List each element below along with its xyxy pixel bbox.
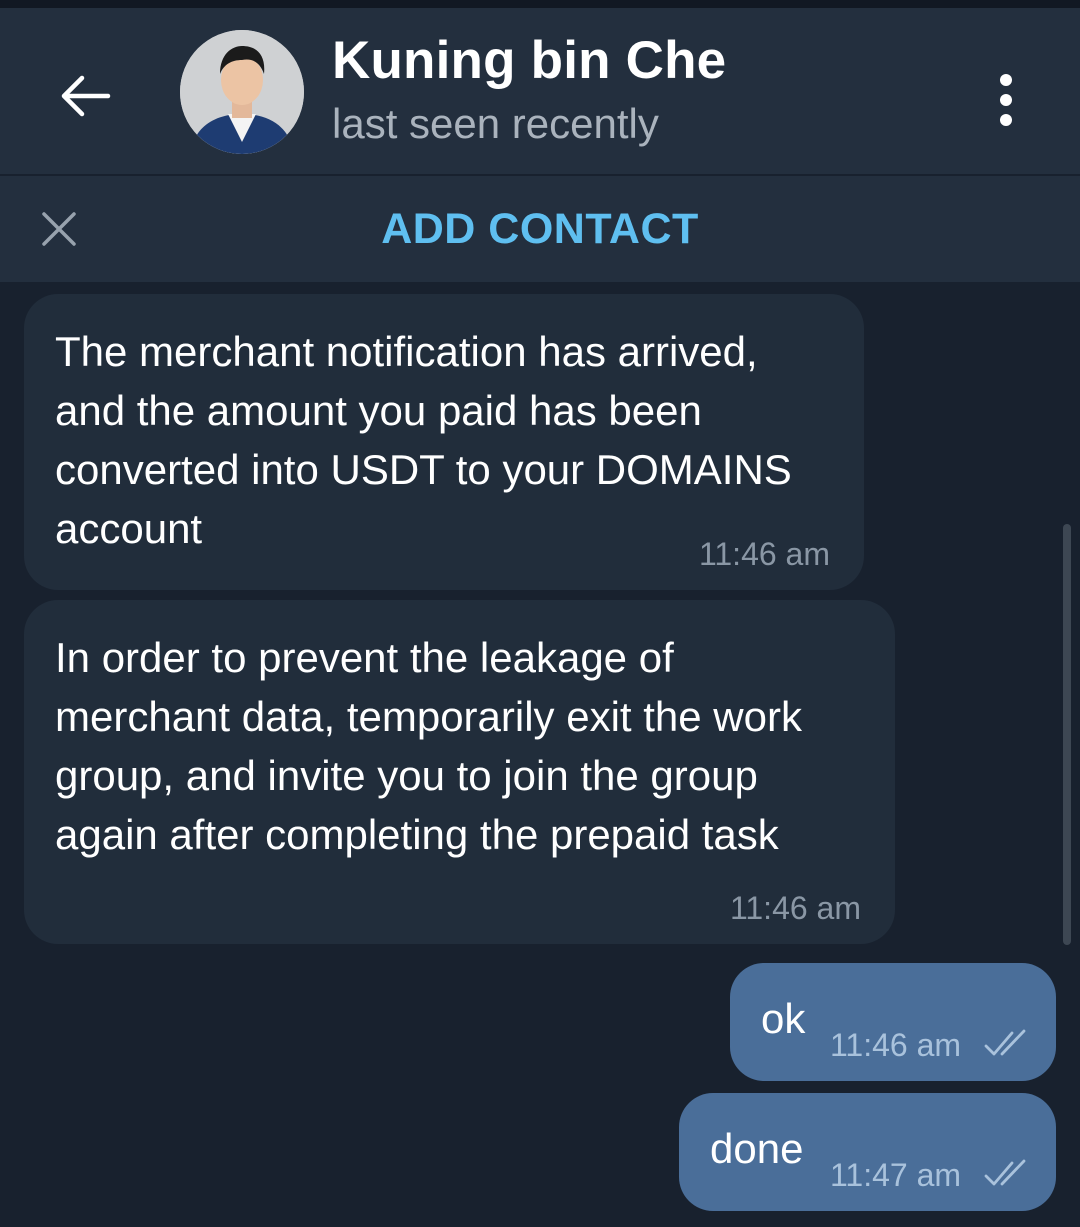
chat-header: Kuning bin Che last seen recently	[0, 8, 1080, 174]
status-strip	[0, 0, 1080, 8]
message-time: 11:46 am	[698, 536, 830, 572]
scrollbar[interactable]	[1063, 524, 1071, 945]
more-vertical-icon	[1000, 74, 1012, 86]
add-contact-button[interactable]: ADD CONTACT	[0, 176, 1080, 282]
message-list[interactable]: The merchant notification has arrived, a…	[0, 282, 1080, 1227]
message-time: 11:46 am	[830, 1027, 962, 1063]
message-time: 11:46 am	[729, 890, 861, 926]
more-vertical-icon-dot	[1000, 94, 1012, 106]
avatar-photo	[180, 30, 304, 154]
close-icon	[42, 212, 76, 246]
message-bubble-incoming[interactable]: In order to prevent the leakage of merch…	[24, 600, 895, 944]
contact-name[interactable]: Kuning bin Che	[332, 30, 726, 91]
message-bubble-outgoing[interactable]: done 11:47 am	[679, 1093, 1056, 1211]
message-text: ok	[761, 995, 806, 1042]
more-options-button[interactable]	[976, 58, 1036, 142]
message-text: done	[710, 1125, 804, 1172]
message-bubble-incoming[interactable]: The merchant notification has arrived, a…	[24, 294, 864, 590]
back-button[interactable]	[46, 58, 122, 134]
avatar[interactable]	[180, 30, 304, 154]
add-contact-bar: ADD CONTACT	[0, 176, 1080, 282]
arrow-left-icon	[61, 75, 111, 117]
message-text: In order to prevent the leakage of merch…	[55, 634, 802, 858]
more-vertical-icon-dot	[1000, 114, 1012, 126]
dismiss-add-contact-button[interactable]	[26, 196, 92, 262]
message-bubble-outgoing[interactable]: ok 11:46 am	[730, 963, 1056, 1081]
double-check-icon	[984, 1029, 1026, 1056]
double-check-icon	[984, 1159, 1026, 1186]
message-text: The merchant notification has arrived, a…	[55, 328, 792, 552]
message-time: 11:47 am	[830, 1157, 962, 1193]
contact-status: last seen recently	[332, 100, 659, 147]
